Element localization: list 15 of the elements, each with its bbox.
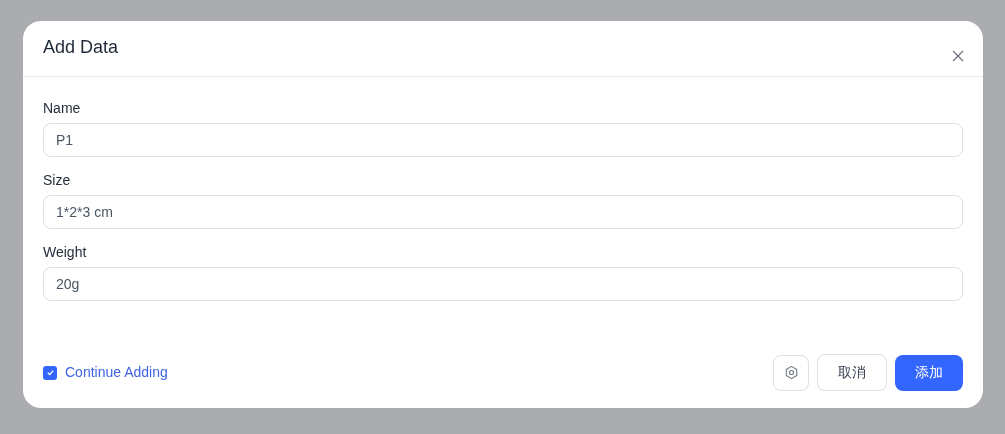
input-field[interactable]: 20g (43, 267, 963, 301)
settings-button[interactable] (773, 354, 809, 391)
dialog-title: Add Data (43, 36, 119, 59)
field-label: Name (43, 99, 82, 117)
checkbox[interactable] (43, 365, 57, 380)
field-label: Weight (43, 243, 88, 261)
checkbox-label: Continue Adding (65, 363, 168, 382)
close-icon[interactable] (951, 48, 965, 63)
input-field[interactable]: 1*2*3 cm (43, 195, 963, 229)
input-field[interactable]: P1 (43, 123, 963, 157)
cancel-button[interactable]: 取消 (817, 354, 887, 391)
add-button[interactable]: 添加 (895, 354, 963, 391)
settings-icon (783, 365, 799, 380)
checkmark-icon (45, 368, 55, 377)
field-label: Size (43, 171, 72, 189)
